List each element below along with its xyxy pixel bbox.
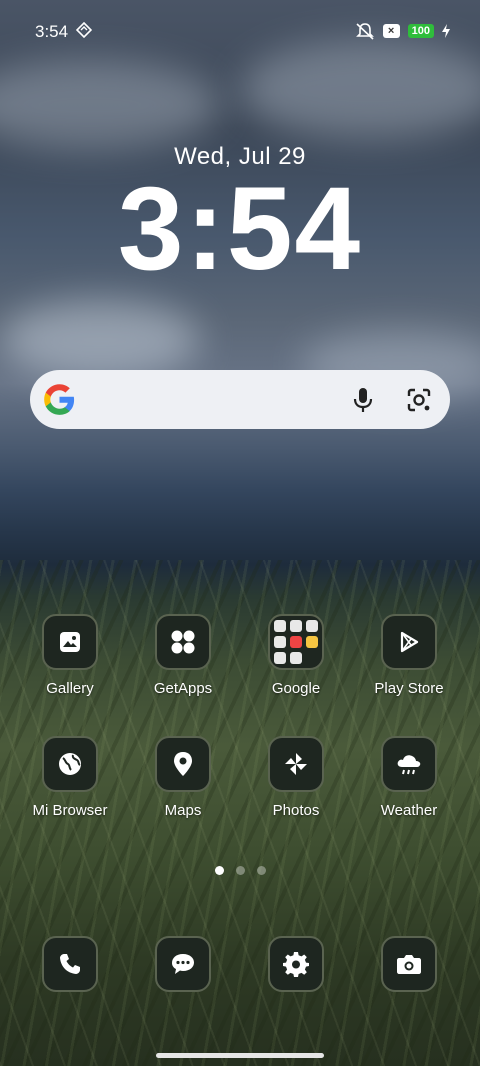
status-time: 3:54 bbox=[35, 22, 69, 41]
gallery-icon bbox=[42, 614, 98, 670]
pinwheel-icon bbox=[268, 736, 324, 792]
status-bar: 3:54 × 100 bbox=[0, 0, 480, 62]
folder-app-icon bbox=[290, 620, 302, 632]
page-dot[interactable] bbox=[256, 866, 266, 875]
getapps-icon bbox=[155, 614, 211, 670]
google-search-bar[interactable] bbox=[30, 370, 450, 429]
folder-google[interactable]: Google bbox=[246, 614, 346, 697]
page-dot[interactable] bbox=[214, 866, 224, 875]
vibrate-off-icon bbox=[355, 23, 374, 40]
app-label: Google bbox=[271, 680, 321, 697]
gear-icon bbox=[268, 936, 324, 992]
google-lens-icon[interactable] bbox=[405, 386, 433, 414]
app-play-store[interactable]: Play Store bbox=[359, 614, 459, 697]
dock-camera[interactable] bbox=[359, 936, 459, 992]
message-bubble-icon bbox=[155, 936, 211, 992]
folder-app-icon bbox=[290, 652, 302, 664]
app-maps[interactable]: Maps bbox=[133, 736, 233, 819]
dock-messages[interactable] bbox=[133, 936, 233, 992]
app-photos[interactable]: Photos bbox=[246, 736, 346, 819]
google-folder-icon bbox=[268, 614, 324, 670]
notification-x-icon: × bbox=[382, 24, 400, 38]
dock-settings[interactable] bbox=[246, 936, 346, 992]
play-store-icon bbox=[381, 614, 437, 670]
app-weather[interactable]: Weather bbox=[359, 736, 459, 819]
page-indicator bbox=[0, 866, 480, 875]
app-label: Play Store bbox=[374, 680, 444, 697]
folder-app-icon bbox=[274, 636, 286, 648]
weather-cloud-icon bbox=[381, 736, 437, 792]
signal-diamond-icon bbox=[76, 22, 92, 38]
phone-icon bbox=[42, 936, 98, 992]
globe-icon bbox=[42, 736, 98, 792]
google-logo-icon bbox=[44, 384, 75, 415]
app-gallery[interactable]: Gallery bbox=[20, 614, 120, 697]
app-label: Weather bbox=[380, 802, 438, 819]
folder-app-icon bbox=[274, 620, 286, 632]
dock-phone[interactable] bbox=[20, 936, 120, 992]
battery-level: 100 bbox=[407, 24, 434, 38]
camera-icon bbox=[381, 936, 437, 992]
app-label: Photos bbox=[272, 802, 320, 819]
folder-app-icon bbox=[306, 636, 318, 648]
page-dot[interactable] bbox=[235, 866, 245, 875]
app-getapps[interactable]: GetApps bbox=[133, 614, 233, 697]
app-label: GetApps bbox=[153, 680, 213, 697]
clock-widget[interactable]: 3:54 bbox=[0, 170, 480, 288]
app-label: Maps bbox=[164, 802, 202, 819]
microphone-icon[interactable] bbox=[350, 386, 376, 414]
app-mi-browser[interactable]: Mi Browser bbox=[20, 736, 120, 819]
gesture-navigation-bar[interactable] bbox=[156, 1053, 324, 1058]
map-pin-icon bbox=[155, 736, 211, 792]
app-label: Gallery bbox=[46, 680, 94, 697]
charging-bolt-icon bbox=[442, 24, 450, 38]
app-label: Mi Browser bbox=[32, 802, 108, 819]
folder-app-icon bbox=[290, 636, 302, 648]
folder-app-icon bbox=[306, 620, 318, 632]
folder-app-icon bbox=[274, 652, 286, 664]
